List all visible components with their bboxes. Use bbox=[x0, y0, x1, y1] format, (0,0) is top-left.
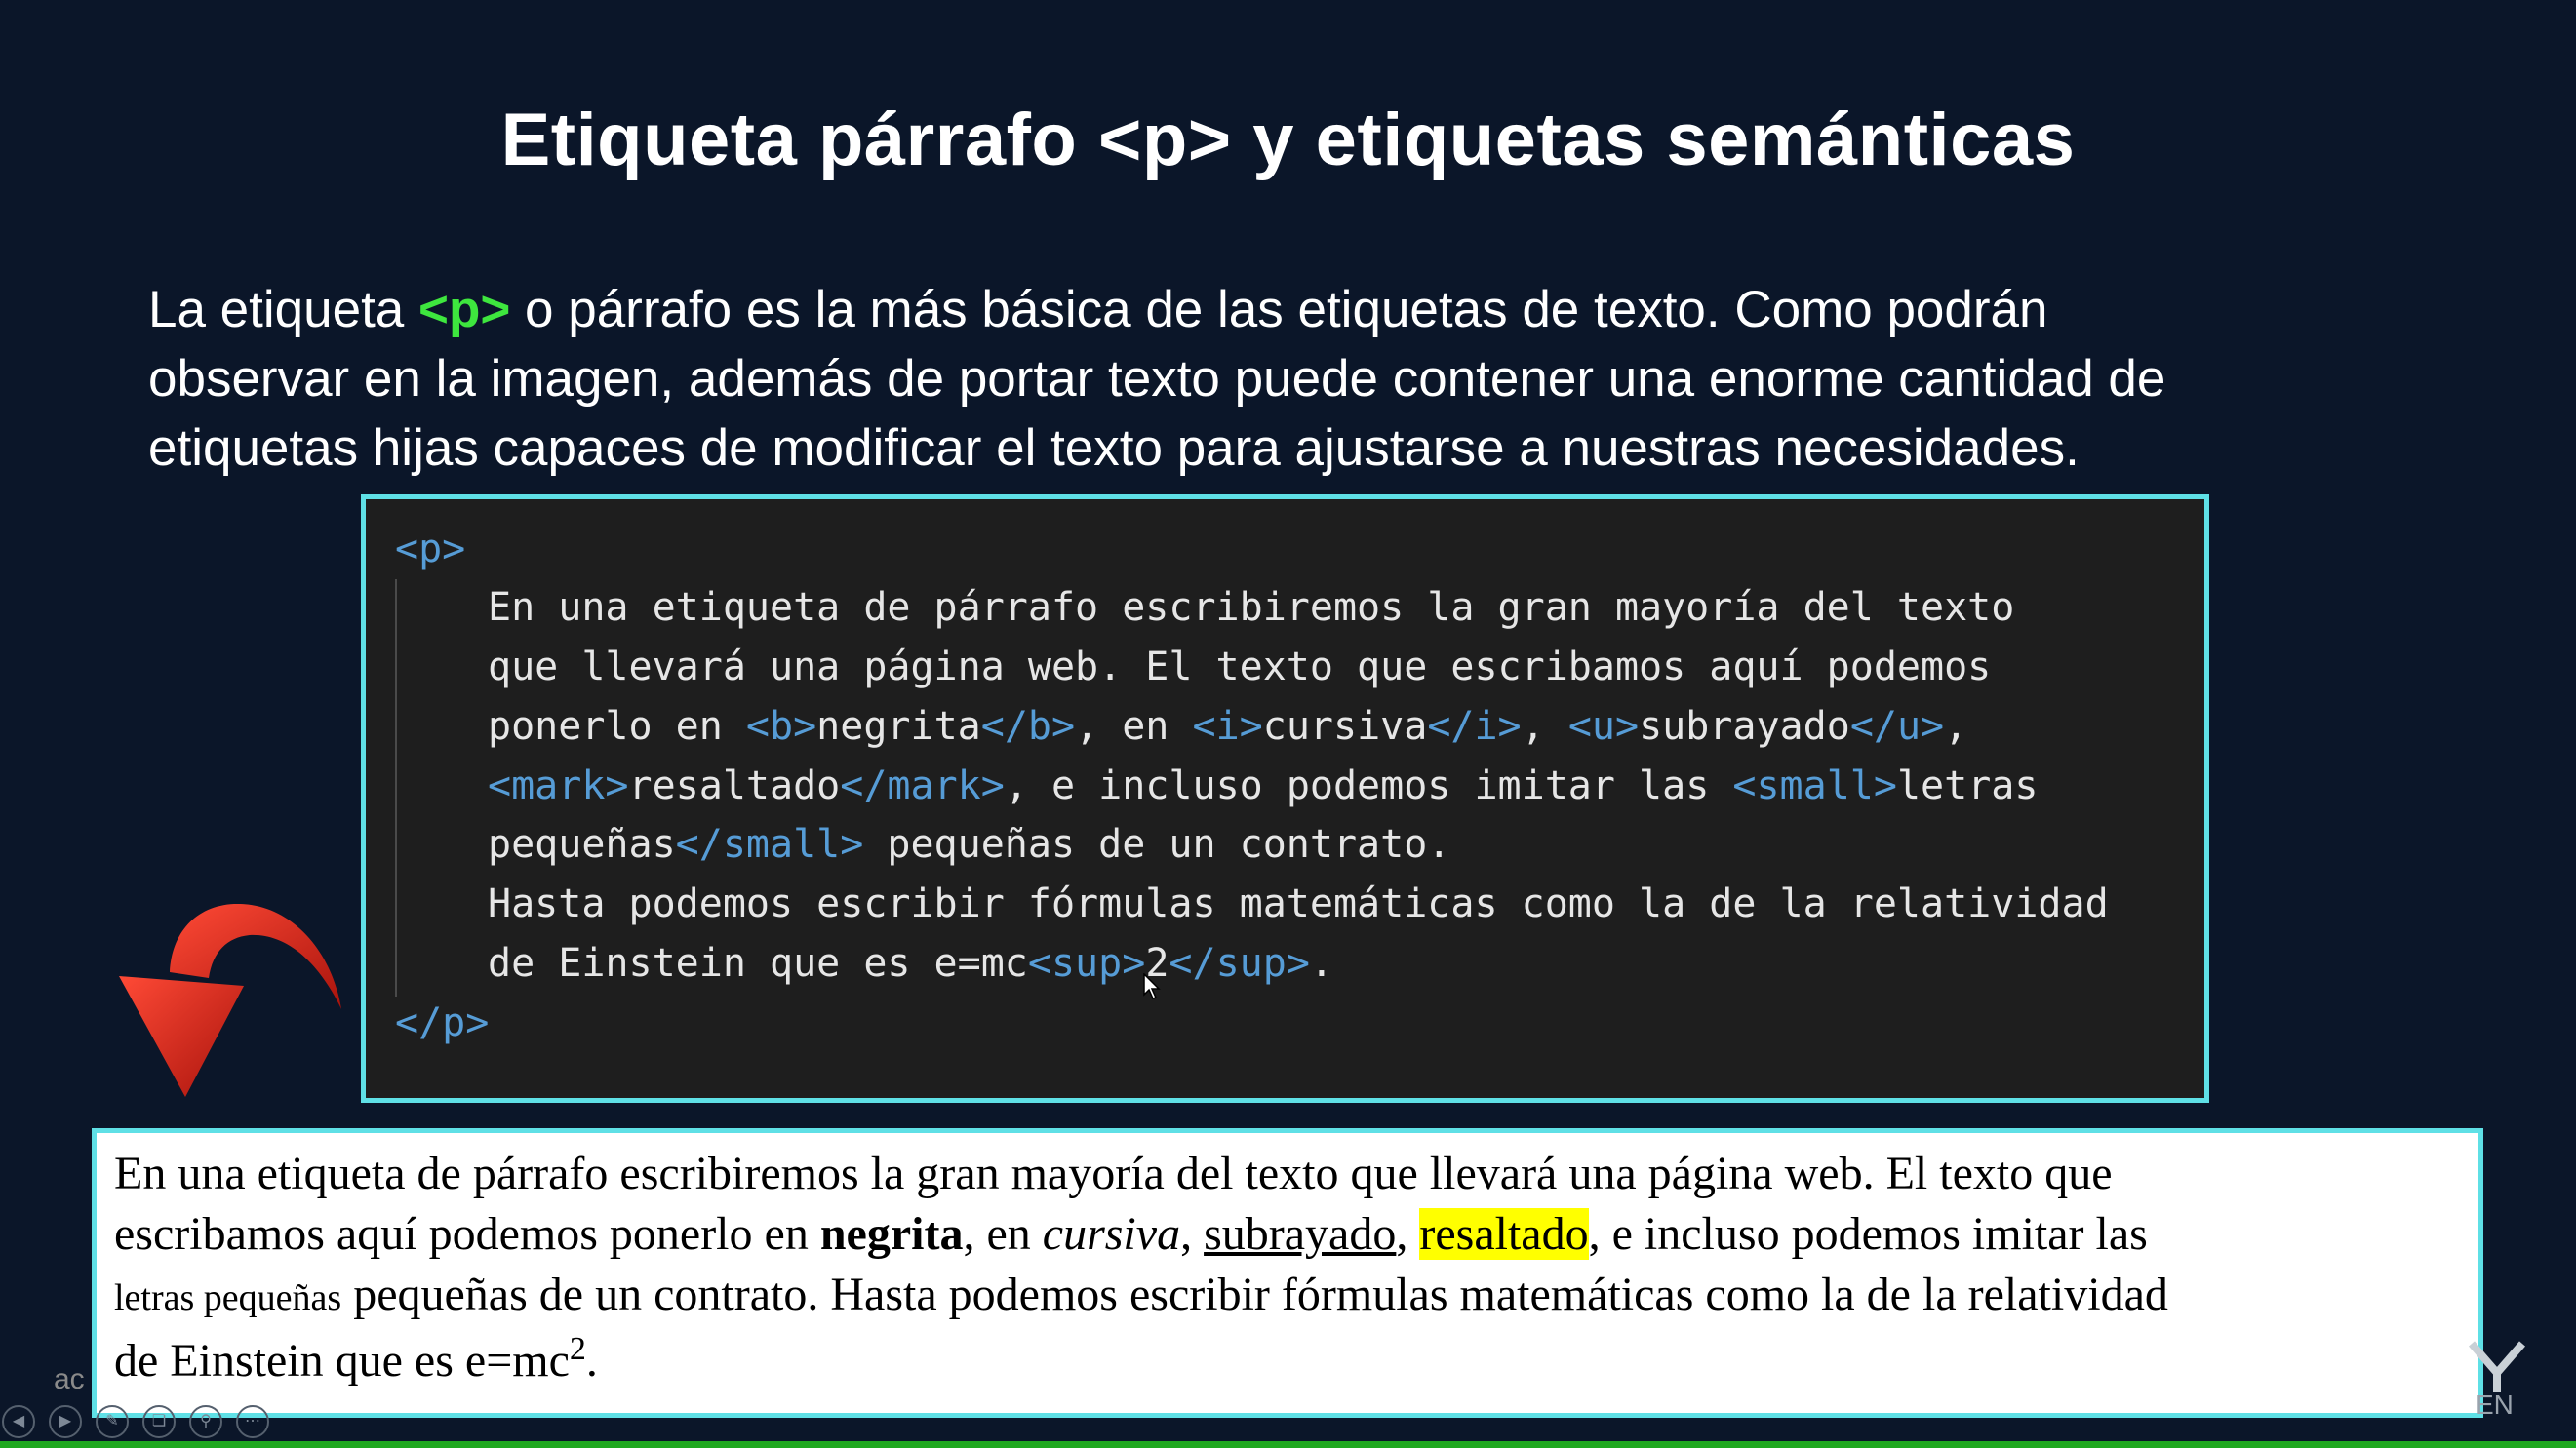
code-line-4: <mark>resaltado</mark>, e incluso podemo… bbox=[488, 762, 2038, 810]
render-text: pequeñas de un contrato. Hasta podemos e… bbox=[341, 1269, 2168, 1320]
code-text: cursiva bbox=[1262, 704, 1428, 749]
code-tag: <small> bbox=[1732, 763, 1897, 808]
rendered-output-panel: En una etiqueta de párrafo escribiremos … bbox=[92, 1128, 2483, 1418]
code-text: subrayado bbox=[1639, 704, 1850, 749]
render-line-2: escribamos aquí podemos ponerlo en negri… bbox=[114, 1207, 2148, 1261]
prev-icon[interactable]: ◀ bbox=[2, 1405, 35, 1438]
intro-paragraph: La etiqueta <p> o párrafo es la más bási… bbox=[148, 275, 2450, 483]
code-text: negrita bbox=[816, 704, 981, 749]
intro-line-3: etiquetas hijas capaces de modificar el … bbox=[148, 419, 2080, 477]
zoom-icon[interactable]: ⚲ bbox=[189, 1405, 222, 1438]
code-text: , en bbox=[1075, 704, 1193, 749]
code-open-tag: <p> bbox=[395, 527, 466, 571]
code-line-7: de Einstein que es e=mc<sup>2</sup>. bbox=[488, 939, 1333, 988]
intro-text: o párrafo es la más básica de las etique… bbox=[510, 281, 2048, 338]
intro-line-2: observar en la imagen, además de portar … bbox=[148, 350, 2166, 408]
code-text: . bbox=[1309, 941, 1333, 986]
code-tag: </mark> bbox=[840, 763, 1005, 808]
render-bold: negrita bbox=[819, 1208, 964, 1260]
render-text: , bbox=[1396, 1208, 1420, 1260]
code-text: , bbox=[1944, 704, 1968, 749]
code-text: pequeñas de un contrato. bbox=[863, 822, 1451, 867]
code-tag: </i> bbox=[1427, 704, 1522, 749]
more-icon[interactable]: ⋯ bbox=[236, 1405, 269, 1438]
code-tag: </u> bbox=[1849, 704, 1945, 749]
render-highlight: resaltado bbox=[1419, 1208, 1589, 1260]
render-superscript: 2 bbox=[569, 1331, 586, 1367]
render-line-4: de Einstein que es e=mc2. bbox=[114, 1331, 598, 1388]
render-small: letras pequeñas bbox=[114, 1277, 342, 1318]
render-italic: cursiva bbox=[1042, 1208, 1181, 1260]
code-line-3: ponerlo en <b>negrita</b>, en <i>cursiva… bbox=[488, 702, 1967, 751]
code-line-6: Hasta podemos escribir fórmulas matemáti… bbox=[488, 881, 2109, 926]
code-tag: <i> bbox=[1192, 704, 1263, 749]
render-text: de Einstein que es e=mc bbox=[114, 1335, 570, 1387]
code-tag: <b> bbox=[745, 704, 817, 749]
render-line-3: letras pequeñas pequeñas de un contrato.… bbox=[114, 1268, 2168, 1321]
mouse-cursor-icon bbox=[1143, 973, 1161, 999]
play-icon[interactable]: ▶ bbox=[49, 1405, 82, 1438]
render-text: . bbox=[585, 1335, 598, 1387]
arrow-down-curved-icon bbox=[119, 903, 341, 1097]
code-text: letras bbox=[1896, 763, 2039, 808]
render-text: , bbox=[1180, 1208, 1205, 1260]
pen-icon[interactable]: ✎ bbox=[96, 1405, 129, 1438]
code-close-tag: </p> bbox=[395, 1000, 490, 1045]
code-text: pequeñas bbox=[488, 822, 676, 867]
slide-title: Etiqueta párrafo <p> y etiquetas semánti… bbox=[500, 98, 2076, 181]
logo-text: EN bbox=[2476, 1389, 2514, 1420]
intro-text: La etiqueta bbox=[148, 281, 419, 338]
render-text: escribamos aquí podemos ponerlo en bbox=[114, 1208, 820, 1260]
code-tag: <u> bbox=[1567, 704, 1640, 749]
render-underline: subrayado bbox=[1204, 1208, 1397, 1260]
code-line-5: pequeñas</small> pequeñas de un contrato… bbox=[488, 820, 1450, 869]
code-example-panel: <p> En una etiqueta de párrafo escribire… bbox=[361, 494, 2209, 1103]
code-text: ponerlo en bbox=[488, 704, 746, 749]
indent-guide bbox=[395, 579, 397, 997]
intro-p-tag: <p> bbox=[418, 281, 511, 338]
code-tag: </b> bbox=[980, 704, 1076, 749]
render-text: , en bbox=[963, 1208, 1043, 1260]
code-tag: </small> bbox=[675, 822, 864, 867]
copy-icon[interactable]: ❏ bbox=[142, 1405, 176, 1438]
code-line-1: En una etiqueta de párrafo escribiremos … bbox=[488, 585, 2015, 630]
progress-bar bbox=[0, 1441, 2576, 1448]
code-tag: <mark> bbox=[488, 763, 629, 808]
code-line-2: que llevará una página web. El texto que… bbox=[488, 645, 1992, 689]
render-line-1: En una etiqueta de párrafo escribiremos … bbox=[114, 1148, 2113, 1199]
code-tag: </sup> bbox=[1169, 941, 1310, 986]
code-tag: <sup> bbox=[1027, 941, 1146, 986]
code-text: , bbox=[1521, 704, 1568, 749]
code-text: , e incluso podemos imitar las bbox=[1004, 763, 1733, 808]
render-text: , e incluso podemos imitar las bbox=[1588, 1208, 2148, 1260]
code-text: de Einstein que es e=mc bbox=[488, 941, 1028, 986]
code-text: resaltado bbox=[628, 763, 841, 808]
overlay-partial-text: ac bbox=[54, 1363, 85, 1395]
player-controls: ◀ ▶ ✎ ❏ ⚲ ⋯ bbox=[0, 1405, 269, 1440]
intro-line-1: La etiqueta <p> o párrafo es la más bási… bbox=[148, 275, 2450, 344]
brand-logo-icon bbox=[2468, 1341, 2526, 1392]
